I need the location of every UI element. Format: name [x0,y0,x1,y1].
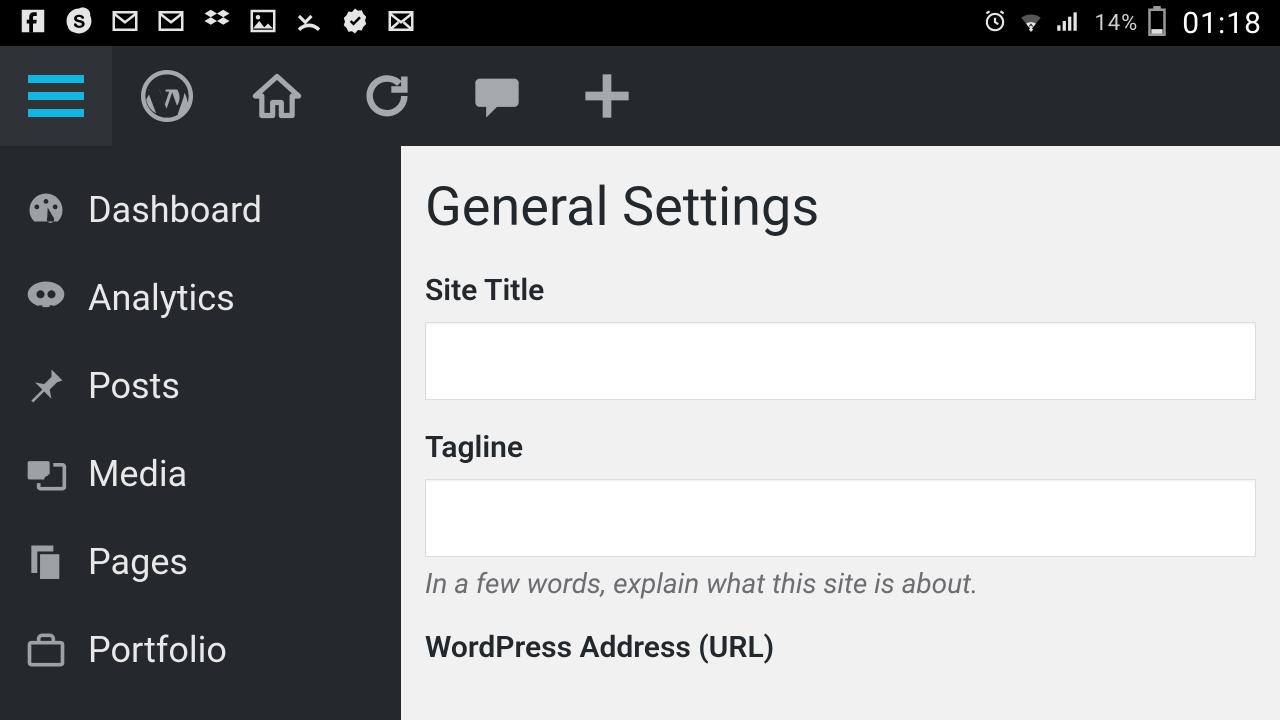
hamburger-menu-button[interactable] [0,46,112,146]
field-tagline: Tagline In a few words, explain what thi… [425,430,1256,600]
image-icon [248,6,278,40]
site-title-label: Site Title [425,273,1256,308]
battery-icon [1148,6,1166,40]
sidebar-item-label: Media [88,453,187,495]
sidebar-item-label: Analytics [88,277,235,319]
tagline-input[interactable] [425,479,1256,557]
tagline-label: Tagline [425,430,1256,465]
alarm-icon [982,8,1008,38]
status-left-icons [18,6,416,40]
comment-icon [471,70,523,122]
gmail-icon [156,6,186,40]
missed-call-icon [294,6,324,40]
gmail-icon [110,6,140,40]
home-button[interactable] [222,46,332,146]
plus-icon [581,70,633,122]
wp-admin-bar [0,46,1280,146]
field-site-title: Site Title [425,273,1256,400]
pin-icon [24,364,68,408]
portfolio-icon [24,628,68,672]
sidebar-item-pages[interactable]: Pages [0,518,401,606]
status-right-icons: 14% 01:18 [982,6,1262,41]
android-status-bar: 14% 01:18 [0,0,1280,46]
sidebar-item-label: Pages [88,541,188,583]
skype-icon [64,6,94,40]
sidebar-item-posts[interactable]: Posts [0,342,401,430]
tagline-description: In a few words, explain what this site i… [425,567,1256,600]
home-icon [251,70,303,122]
site-title-input[interactable] [425,322,1256,400]
sidebar-item-media[interactable]: Media [0,430,401,518]
analytics-icon [24,276,68,320]
battery-percent: 14% [1094,11,1138,36]
sidebar-item-portfolio[interactable]: Portfolio [0,606,401,672]
wifi-icon [1018,8,1044,38]
media-icon [24,452,68,496]
admin-sidebar: Dashboard Analytics Posts Media Pages Po… [0,146,401,720]
wp-address-label: WordPress Address (URL) [425,630,1256,665]
sidebar-item-dashboard[interactable]: Dashboard [0,166,401,254]
facebook-icon [18,6,48,40]
page-title: General Settings [425,176,1256,239]
mail-icon [386,6,416,40]
field-wp-address: WordPress Address (URL) [425,630,1256,665]
wordpress-icon [141,70,193,122]
sidebar-item-label: Portfolio [88,629,227,671]
pages-icon [24,540,68,584]
comments-button[interactable] [442,46,552,146]
refresh-icon [361,70,413,122]
add-new-button[interactable] [552,46,662,146]
sidebar-item-analytics[interactable]: Analytics [0,254,401,342]
refresh-button[interactable] [332,46,442,146]
sidebar-item-label: Dashboard [88,189,262,231]
hamburger-icon [28,75,84,117]
dashboard-icon [24,188,68,232]
clock: 01:18 [1182,6,1262,41]
main-content: General Settings Site Title Tagline In a… [401,146,1280,720]
dropbox-icon [202,6,232,40]
wordpress-logo-button[interactable] [112,46,222,146]
check-badge-icon [340,6,370,40]
sidebar-item-label: Posts [88,365,180,407]
signal-icon [1054,8,1080,38]
